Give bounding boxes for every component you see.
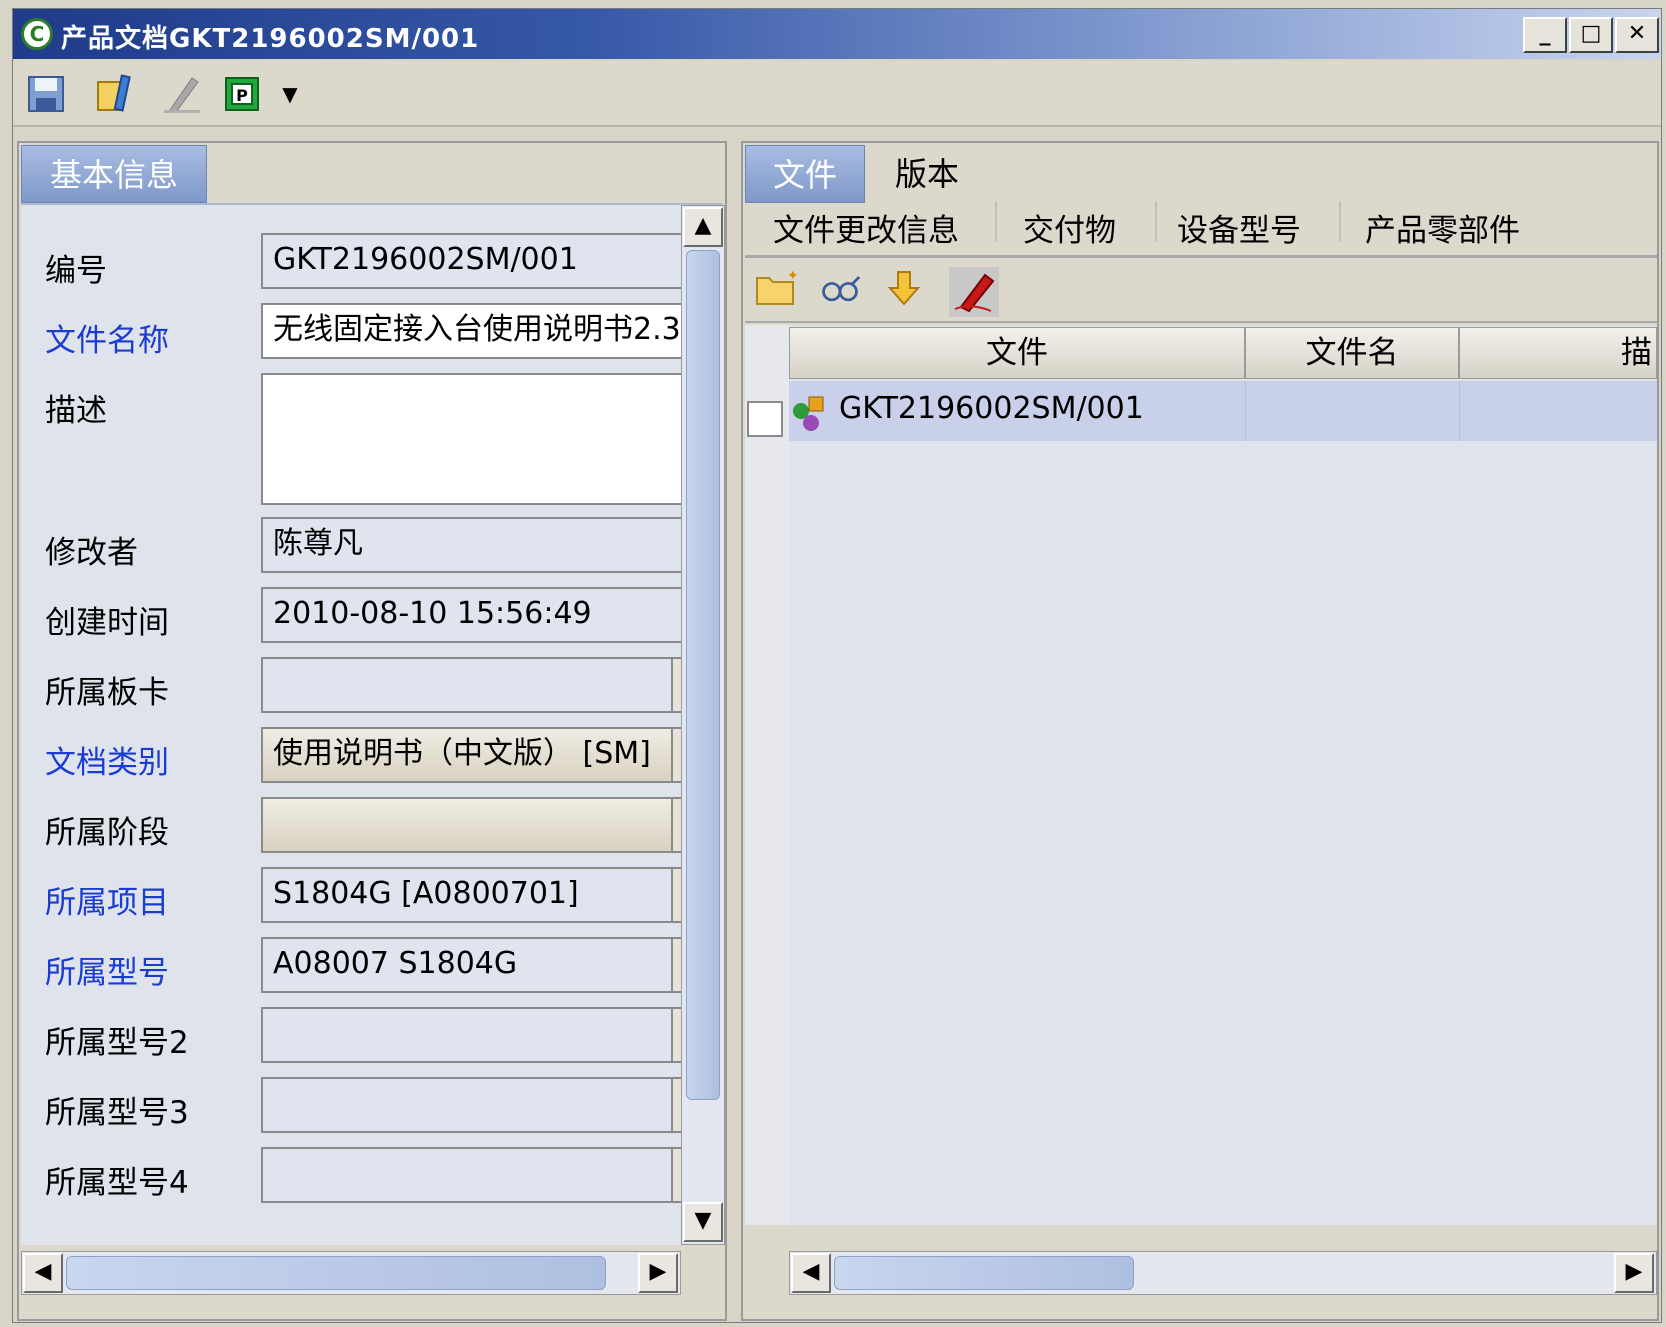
modifier-field[interactable]: 陈尊凡 — [261, 517, 681, 573]
subtab-change-info[interactable]: 文件更改信息 — [773, 205, 959, 250]
subtab-deliverables[interactable]: 交付物 — [1023, 205, 1116, 250]
scroll-right-icon[interactable]: ▶ — [638, 1253, 678, 1293]
download-arrow-icon[interactable] — [883, 267, 925, 309]
scroll-left-icon[interactable]: ◀ — [791, 1253, 831, 1293]
edit-document-icon[interactable] — [93, 73, 135, 115]
row-filename-cell — [1245, 381, 1459, 441]
dropdown-arrow-icon[interactable]: ▼ — [269, 73, 311, 115]
field-label: 文档类别 — [45, 745, 169, 781]
maximize-button[interactable]: □ — [1569, 17, 1613, 53]
column-header-file[interactable]: 文件 — [789, 327, 1245, 379]
subtab-product-parts[interactable]: 产品零部件 — [1365, 205, 1520, 250]
model2-field[interactable] — [261, 1007, 681, 1063]
field-label: 所属阶段 — [45, 815, 169, 851]
tab-files[interactable]: 文件 — [745, 145, 865, 203]
description-textarea[interactable] — [261, 373, 681, 505]
table-row[interactable]: GKT2196002SM/001 — [789, 381, 1657, 441]
scroll-thumb[interactable] — [686, 250, 720, 1100]
window-title: 产品文档GKT2196002SM/001 — [61, 24, 480, 54]
save-icon[interactable] — [25, 73, 67, 115]
created-time-field[interactable]: 2010-08-10 15:56:49 — [261, 587, 681, 643]
horizontal-scrollbar[interactable]: ◀ ▶ — [21, 1251, 681, 1295]
minimize-button[interactable]: _ — [1523, 17, 1567, 53]
model-field[interactable]: A08007 S1804G — [261, 937, 681, 993]
main-toolbar: P ▼ — [13, 61, 1661, 127]
model3-field[interactable] — [261, 1077, 681, 1133]
row-description-cell — [1459, 381, 1657, 441]
field-label: 创建时间 — [45, 605, 169, 641]
svg-text:P: P — [236, 86, 248, 105]
new-folder-icon[interactable]: ✦ — [755, 267, 797, 309]
close-button[interactable]: ✕ — [1615, 17, 1659, 53]
scroll-left-icon[interactable]: ◀ — [23, 1253, 63, 1293]
model4-field[interactable] — [261, 1147, 681, 1203]
field-label: 所属型号4 — [45, 1165, 189, 1201]
basic-info-panel: 基本信息 编号 GKT2196002SM/001 文件名称 无线固定接入台使用说… — [17, 141, 727, 1321]
field-label: 所属型号3 — [45, 1095, 189, 1131]
field-label: 所属项目 — [45, 885, 169, 921]
scroll-down-icon[interactable]: ▼ — [683, 1202, 723, 1242]
tab-version[interactable]: 版本 — [867, 145, 987, 203]
tab-basic-info[interactable]: 基本信息 — [21, 145, 207, 203]
number-field[interactable]: GKT2196002SM/001 — [261, 233, 681, 289]
scroll-thumb[interactable] — [66, 1256, 606, 1290]
vertical-scrollbar[interactable]: ▲ ▼ — [681, 205, 725, 1245]
pen-icon[interactable] — [161, 73, 203, 115]
scroll-thumb[interactable] — [834, 1256, 1134, 1290]
p-box-icon[interactable]: P — [221, 73, 263, 115]
doc-category-select[interactable]: 使用说明书（中文版） [SM] — [261, 727, 681, 783]
file-object-icon — [789, 393, 829, 433]
app-logo-icon: C — [21, 18, 53, 50]
board-field[interactable] — [261, 657, 681, 713]
field-label: 修改者 — [45, 535, 138, 571]
scroll-up-icon[interactable]: ▲ — [683, 207, 723, 247]
field-label: 所属型号2 — [45, 1025, 189, 1061]
horizontal-scrollbar[interactable]: ◀ ▶ — [789, 1251, 1657, 1295]
file-table — [745, 325, 1657, 1225]
svg-text:✦: ✦ — [787, 268, 797, 284]
field-label: 编号 — [45, 253, 107, 289]
files-panel: 文件 版本 文件更改信息 交付物 设备型号 产品零部件 ✦ 文件 文件名 描 G… — [741, 141, 1659, 1321]
field-label: 描述 — [45, 393, 107, 429]
file-name-field[interactable]: 无线固定接入台使用说明书2.3 — [261, 303, 681, 359]
product-document-window: C 产品文档GKT2196002SM/001 _ □ ✕ P ▼ 基本信息 编号… — [12, 8, 1662, 1323]
scroll-right-icon[interactable]: ▶ — [1614, 1253, 1654, 1293]
project-field[interactable]: S1804G [A0800701] — [261, 867, 681, 923]
sign-pen-icon[interactable] — [949, 267, 999, 317]
title-bar[interactable]: C 产品文档GKT2196002SM/001 _ □ ✕ — [13, 9, 1661, 59]
view-glasses-icon[interactable] — [819, 267, 861, 309]
field-label: 所属型号 — [45, 955, 169, 991]
form-area: 编号 GKT2196002SM/001 文件名称 无线固定接入台使用说明书2.3… — [21, 205, 681, 1245]
row-checkbox[interactable] — [747, 401, 783, 437]
stage-select[interactable] — [261, 797, 681, 853]
field-label: 文件名称 — [45, 323, 169, 359]
field-label: 所属板卡 — [45, 675, 169, 711]
row-file-cell: GKT2196002SM/001 — [839, 391, 1144, 426]
column-header-description[interactable]: 描 — [1459, 327, 1657, 379]
subtab-device-model[interactable]: 设备型号 — [1177, 205, 1301, 250]
column-header-filename[interactable]: 文件名 — [1245, 327, 1459, 379]
